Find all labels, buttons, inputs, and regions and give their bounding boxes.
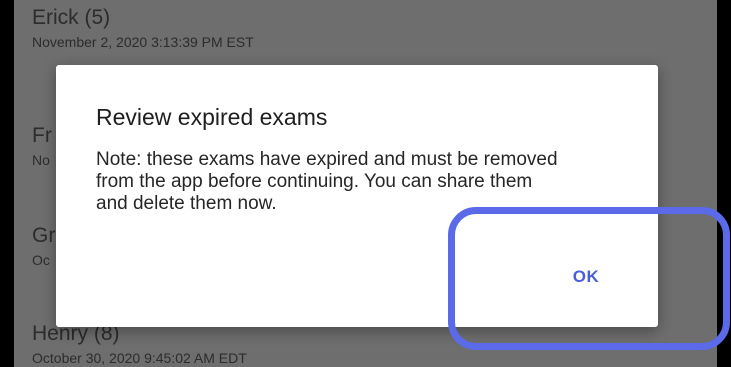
expired-exams-dialog: Review expired exams Note: these exams h… bbox=[56, 65, 658, 327]
ok-button[interactable]: OK bbox=[546, 255, 626, 299]
app-screen: Erick (5) November 2, 2020 3:13:39 PM ES… bbox=[14, 0, 717, 367]
dialog-message: Note: these exams have expired and must … bbox=[96, 149, 558, 214]
dialog-title: Review expired exams bbox=[96, 104, 328, 130]
device-frame: Erick (5) November 2, 2020 3:13:39 PM ES… bbox=[0, 0, 731, 367]
